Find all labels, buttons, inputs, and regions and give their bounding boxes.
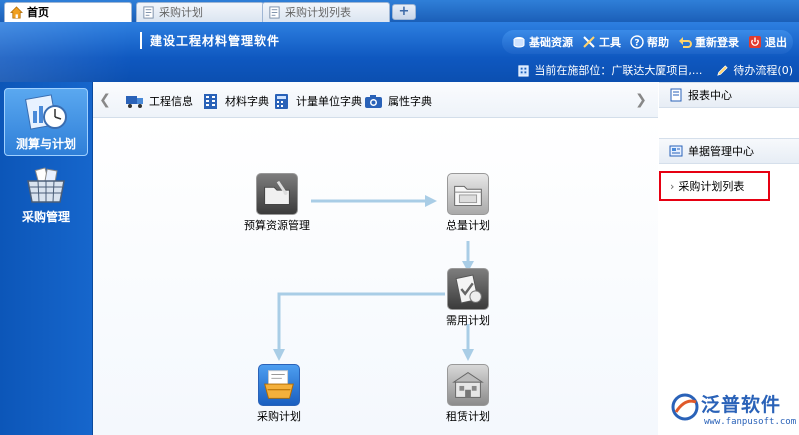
flow-node-label: 总量计划 — [446, 219, 490, 232]
help-button[interactable]: ? 帮助 — [630, 34, 669, 50]
subnav-label: 属性字典 — [388, 95, 432, 108]
clipboard-check-icon — [447, 268, 489, 310]
chart-clock-icon — [25, 94, 67, 130]
header-toolbar: 基础资源 工具 ? 帮助 重新登录 退出 — [502, 30, 793, 54]
tab-label: 采购计划 — [159, 6, 203, 19]
workflow-diagram: 预算资源管理 总量计划 需用计划 采购计划 租赁计划 — [93, 118, 658, 435]
chevron-right-icon: › — [670, 179, 675, 193]
lease-icon — [447, 364, 489, 406]
link-label: 采购计划列表 — [678, 180, 745, 193]
folder-total-icon — [447, 173, 489, 215]
nav-label: 测算与计划 — [15, 137, 76, 151]
nav-estimation-planning[interactable]: 测算与计划 — [4, 88, 88, 156]
flow-node-total-plan[interactable]: 总量计划 — [423, 173, 513, 233]
flow-node-label: 采购计划 — [257, 410, 301, 423]
nav-label: 采购管理 — [21, 210, 70, 224]
tools-icon — [583, 36, 595, 48]
tab-label: 首页 — [27, 6, 49, 19]
toolbar-label: 工具 — [599, 36, 621, 49]
report-center-label: 报表中心 — [688, 89, 732, 102]
brand-logo-icon — [671, 393, 699, 421]
flow-node-lease-plan[interactable]: 租赁计划 — [423, 364, 513, 424]
home-icon — [10, 6, 23, 19]
database-icon — [513, 37, 525, 48]
building-site-icon — [518, 64, 530, 77]
tab-bar: 首页 采购计划 采购计划列表 + — [0, 0, 799, 22]
svg-text:?: ? — [634, 39, 639, 49]
scroll-left-button[interactable]: ❮ — [98, 92, 112, 108]
tools-button[interactable]: 工具 — [582, 34, 621, 50]
scroll-right-button[interactable]: ❯ — [634, 92, 648, 108]
power-icon — [749, 36, 761, 48]
main-content: ❮ 工程信息 材料字典 计量单位字典 属性字典 ❯ 预算资源管理 总量计划 需用… — [93, 82, 658, 435]
purchase-plan-list-link[interactable]: › 采购计划列表 — [659, 171, 770, 201]
flow-node-demand-plan[interactable]: 需用计划 — [423, 268, 513, 328]
subnav-label: 计量单位字典 — [296, 95, 362, 108]
brand-url: www.fanpusoft.com — [704, 417, 797, 427]
subnav-attribute-dictionary[interactable]: 属性字典 — [364, 92, 432, 110]
document-icon — [143, 6, 154, 19]
toolbar-label: 帮助 — [647, 36, 669, 49]
report-icon — [670, 88, 682, 102]
nav-purchase-management[interactable]: 采购管理 — [4, 162, 88, 230]
toolbar-label: 退出 — [765, 36, 787, 49]
report-center-header[interactable]: 报表中心 — [659, 82, 799, 108]
document-center-header[interactable]: 单据管理中心 — [659, 138, 799, 164]
toolbar-label: 基础资源 — [529, 36, 573, 49]
document-manage-icon — [669, 145, 683, 157]
basic-resources-button[interactable]: 基础资源 — [512, 34, 573, 50]
camera-icon — [365, 95, 382, 108]
shopping-basket-icon — [27, 167, 65, 203]
tab-label: 采购计划列表 — [285, 6, 351, 19]
relogin-icon — [679, 37, 692, 48]
arrowhead-lease — [462, 349, 474, 361]
workflow-arrows — [273, 195, 474, 361]
tab-home[interactable]: 首页 — [4, 2, 132, 22]
flow-node-budget-resources[interactable]: 预算资源管理 — [232, 173, 322, 233]
relogin-button[interactable]: 重新登录 — [678, 34, 739, 50]
subnav-material-dictionary[interactable]: 材料字典 — [201, 92, 269, 110]
app-header: 建设工程材料管理软件 基础资源 工具 ? 帮助 重新登录 退出 当前在施部位：广… — [0, 22, 799, 82]
add-tab-button[interactable]: + — [392, 4, 416, 20]
flow-node-label: 租赁计划 — [446, 410, 490, 423]
basket-plan-icon — [258, 364, 300, 406]
todo-process-link[interactable]: 待办流程(0) — [733, 62, 793, 78]
calculator-icon — [275, 94, 288, 109]
subnav-label: 材料字典 — [225, 95, 269, 108]
toolbar-label: 重新登录 — [695, 36, 739, 49]
tab-purchase-plan-list[interactable]: 采购计划列表 — [262, 2, 390, 22]
flow-node-label: 需用计划 — [446, 314, 490, 327]
right-panel: 报表中心 单据管理中心 › 采购计划列表 — [659, 82, 799, 435]
flow-node-purchase-plan[interactable]: 采购计划 — [234, 364, 324, 424]
subnav-project-info[interactable]: 工程信息 — [125, 92, 193, 110]
building-icon — [204, 94, 217, 109]
folder-budget-icon — [256, 173, 298, 215]
brand-name: 泛普软件 — [701, 394, 782, 416]
document-icon — [269, 6, 280, 19]
pen-icon — [717, 64, 729, 76]
header-decoration — [0, 22, 130, 82]
app-title: 建设工程材料管理软件 — [140, 32, 280, 49]
help-icon: ? — [630, 35, 644, 49]
subnav-unit-dictionary[interactable]: 计量单位字典 — [272, 92, 362, 110]
truck-icon — [126, 96, 143, 108]
current-dept-link[interactable]: 当前在施部位：广联达大厦项目,... — [534, 62, 702, 78]
brand-watermark: 泛普软件 www.fanpusoft.com — [668, 386, 798, 434]
document-center-label: 单据管理中心 — [688, 145, 754, 158]
sub-nav: ❮ 工程信息 材料字典 计量单位字典 属性字典 ❯ — [93, 82, 658, 118]
flow-node-label: 预算资源管理 — [244, 219, 310, 232]
logout-button[interactable]: 退出 — [748, 34, 787, 50]
arrowhead-purchase — [273, 349, 285, 361]
arrow-demand-to-purchase — [277, 292, 445, 351]
header-status-line: 当前在施部位：广联达大厦项目,... 待办流程(0) — [517, 62, 793, 78]
left-nav: 测算与计划 采购管理 — [0, 82, 93, 435]
subnav-label: 工程信息 — [149, 95, 193, 108]
tab-purchase-plan[interactable]: 采购计划 — [136, 2, 264, 22]
